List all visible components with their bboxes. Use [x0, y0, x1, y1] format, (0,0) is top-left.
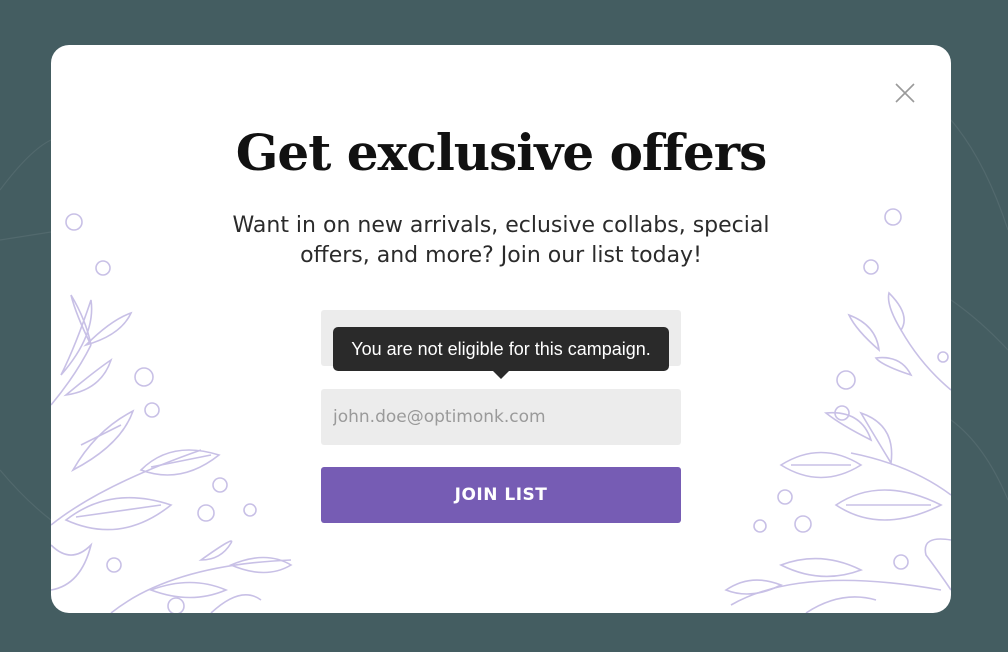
join-list-button[interactable]: JOIN LIST	[321, 467, 681, 523]
signup-popup: Get exclusive offers Want in on new arri…	[51, 45, 951, 613]
error-tooltip-arrow	[493, 371, 509, 379]
email-field[interactable]	[321, 389, 681, 445]
popup-headline: Get exclusive offers	[235, 123, 768, 182]
popup-subheadline: Want in on new arrivals, eclusive collab…	[232, 213, 770, 268]
close-icon[interactable]	[895, 83, 915, 103]
error-tooltip: You are not eligible for this campaign.	[333, 327, 669, 371]
